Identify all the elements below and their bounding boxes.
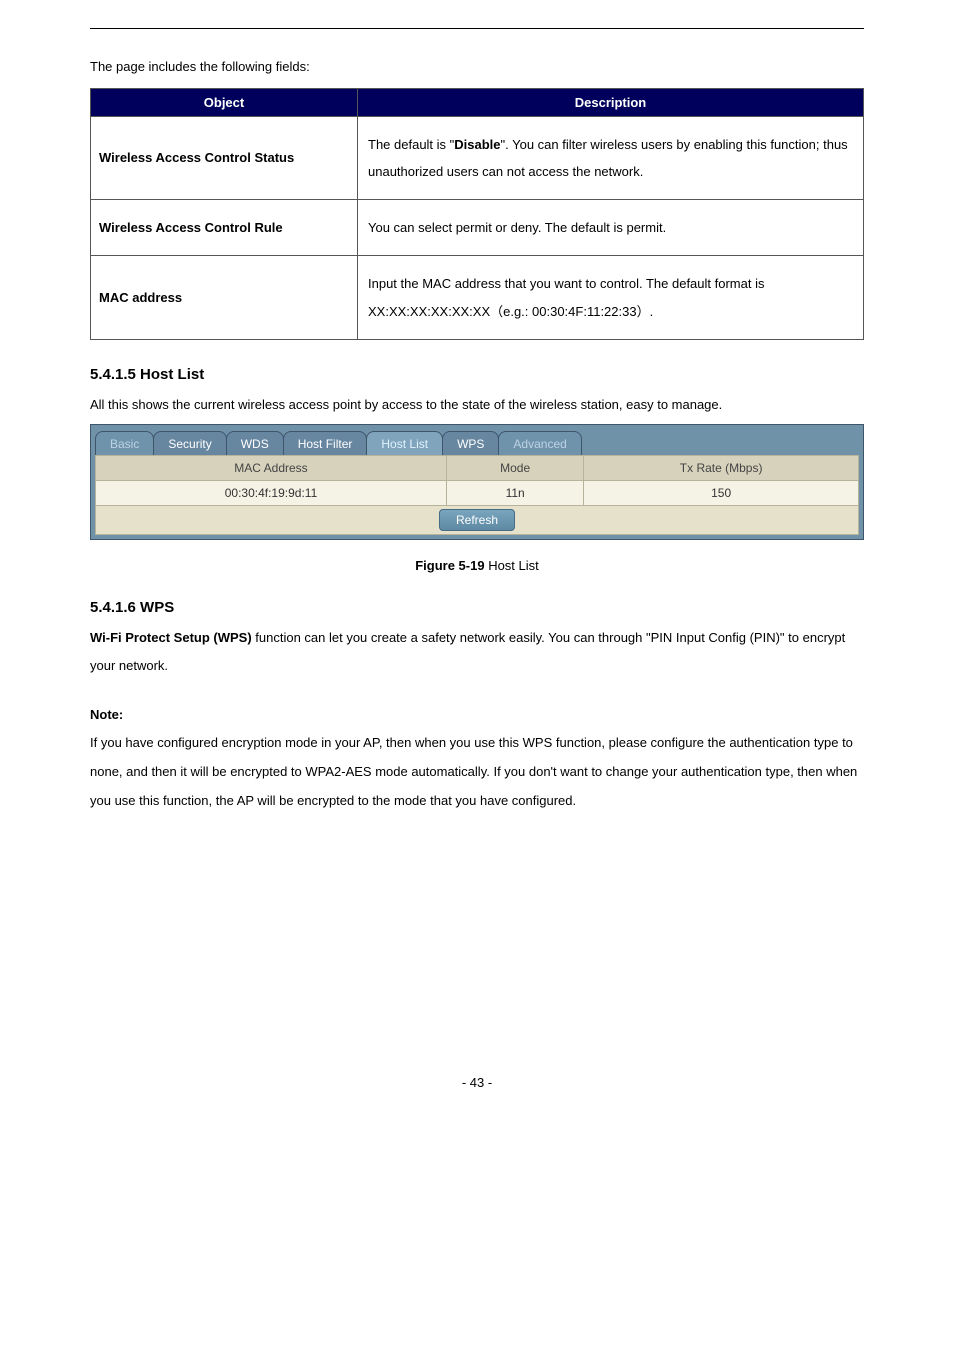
section-para-hostlist: All this shows the current wireless acce…	[90, 391, 864, 420]
section-heading-hostlist: 5.4.1.5 Host List	[90, 366, 864, 383]
tab-strip: Basic Security WDS Host Filter Host List…	[91, 425, 863, 455]
cell-mac: 00:30:4f:19:9d:11	[96, 480, 447, 505]
hostlist-widget: Basic Security WDS Host Filter Host List…	[90, 424, 864, 540]
tab-wps[interactable]: WPS	[442, 431, 499, 455]
def-header-description: Description	[358, 88, 864, 116]
col-rate: Tx Rate (Mbps)	[584, 455, 859, 480]
tab-hostlist[interactable]: Host List	[366, 431, 443, 455]
tab-advanced[interactable]: Advanced	[498, 431, 581, 455]
figure-title: Host List	[485, 558, 539, 573]
intro-text: The page includes the following fields:	[90, 53, 864, 82]
table-row: 00:30:4f:19:9d:11 11n 150	[96, 480, 859, 505]
col-mode: Mode	[446, 455, 583, 480]
refresh-row: Refresh	[96, 505, 859, 534]
def-row-desc: The default is "Disable". You can filter…	[358, 116, 864, 200]
desc-bold: Disable	[454, 137, 500, 152]
def-row-label: Wireless Access Control Status	[91, 116, 358, 200]
def-header-object: Object	[91, 88, 358, 116]
wps-para-bold: Wi-Fi Protect Setup (WPS)	[90, 630, 252, 645]
refresh-button[interactable]: Refresh	[439, 509, 515, 531]
wps-para: Wi-Fi Protect Setup (WPS) function can l…	[90, 624, 864, 681]
desc-prefix: The default is "	[368, 137, 454, 152]
page-footer: - 43 -	[90, 1075, 864, 1090]
cell-mode: 11n	[446, 480, 583, 505]
def-row-label: MAC address	[91, 256, 358, 340]
def-row-desc: Input the MAC address that you want to c…	[358, 256, 864, 340]
section-heading-wps: 5.4.1.6 WPS	[90, 599, 864, 616]
figure-caption: Figure 5-19 Host List	[90, 558, 864, 573]
hostlist-table: MAC Address Mode Tx Rate (Mbps) 00:30:4f…	[95, 455, 859, 535]
def-row-label: Wireless Access Control Rule	[91, 200, 358, 256]
note-body: If you have configured encryption mode i…	[90, 729, 864, 815]
tab-hostfilter[interactable]: Host Filter	[283, 431, 368, 455]
def-row-desc: You can select permit or deny. The defau…	[358, 200, 864, 256]
note-label: Note:	[90, 701, 864, 730]
tab-wds[interactable]: WDS	[226, 431, 284, 455]
definitions-table: Object Description Wireless Access Contr…	[90, 88, 864, 340]
col-mac: MAC Address	[96, 455, 447, 480]
tab-basic[interactable]: Basic	[95, 431, 154, 455]
tab-security[interactable]: Security	[153, 431, 226, 455]
figure-label: Figure 5-19	[415, 558, 484, 573]
cell-rate: 150	[584, 480, 859, 505]
